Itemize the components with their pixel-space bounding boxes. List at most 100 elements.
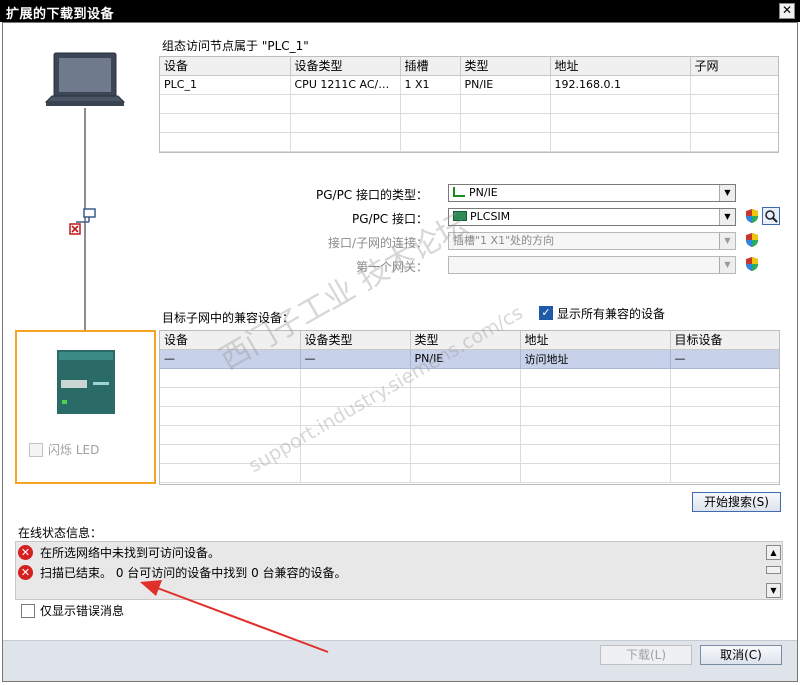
plc-device-icon [57,350,115,414]
table-row[interactable] [160,444,779,464]
subnet-connection-combo[interactable]: 插槽"1 X1"处的方向 ▼ [448,232,736,250]
table-cell [160,406,301,426]
table-cell: PN/IE [410,349,521,369]
scroll-down-button[interactable]: ▼ [766,583,781,598]
compatible-devices-table: 设备 设备类型 类型 地址 目标设备 — — PN/IE 访问地址 — [159,330,780,485]
table-cell [520,387,671,407]
pgpc-interface-label: PG/PC 接口： [351,212,428,226]
table-cell [160,425,301,445]
compatible-column-header[interactable]: 目标设备 [670,331,779,350]
table-cell [520,368,671,388]
table-cell [160,113,291,133]
error-icon: ✕ [18,565,33,580]
table-cell [410,463,521,483]
table-cell: 访问地址 [520,349,671,369]
flash-led-label: 闪烁 LED [48,443,100,457]
pgpc-type-combo[interactable]: PN/IE ▼ [448,184,736,202]
interface-properties-button[interactable] [762,207,780,225]
first-gateway-label: 第一个网关： [355,260,428,274]
config-node-column-header[interactable]: 地址 [550,57,691,76]
subnet-connection-label: 接口/子网的连接： [327,236,428,250]
table-cell: CPU 1211C AC/D... [290,75,401,95]
table-cell [300,425,411,445]
config-node-column-header[interactable]: 插槽 [400,57,461,76]
table-row[interactable] [160,406,779,426]
table-cell [300,444,411,464]
compatible-column-header[interactable]: 类型 [410,331,521,350]
table-cell [670,387,779,407]
table-cell [690,113,778,133]
chevron-down-icon[interactable]: ▼ [719,233,735,249]
shield-icon[interactable] [745,256,759,272]
chevron-down-icon[interactable]: ▼ [719,257,735,273]
chevron-down-icon[interactable]: ▼ [719,185,735,201]
config-node-column-header[interactable]: 类型 [460,57,551,76]
pn-ie-icon [453,187,465,197]
table-cell [410,425,521,445]
table-row[interactable] [160,132,778,152]
status-message: ✕ 在所选网络中未找到可访问设备。 [16,543,764,563]
table-cell: — [300,349,411,369]
table-cell: 192.168.0.1 [550,75,691,95]
compatible-column-header[interactable]: 设备类型 [300,331,411,350]
table-row[interactable] [160,94,778,114]
shield-icon[interactable] [745,232,759,248]
table-cell [690,94,778,114]
compatible-devices-caption: 目标子网中的兼容设备： [162,311,295,325]
title-bar [0,0,800,22]
table-cell [290,113,401,133]
table-cell [160,368,301,388]
errors-only-checkbox[interactable] [21,604,35,618]
table-cell [690,75,778,95]
start-search-button[interactable]: 开始搜索(S) [692,492,781,512]
error-icon: ✕ [18,545,33,560]
config-node-column-header[interactable]: 设备类型 [290,57,401,76]
table-cell [520,463,671,483]
table-cell: — [160,349,301,369]
table-row[interactable] [160,113,778,133]
table-row[interactable] [160,463,779,483]
table-cell [670,406,779,426]
annotation-arrow [140,580,329,653]
table-cell [400,132,461,152]
shield-icon[interactable] [745,208,759,224]
table-row[interactable] [160,425,779,445]
table-cell [520,406,671,426]
first-gateway-combo[interactable]: ▼ [448,256,736,274]
table-cell [300,406,411,426]
table-cell [410,406,521,426]
magnify-icon [765,210,778,223]
plcsim-icon [453,211,467,221]
compatible-column-header[interactable]: 设备 [160,331,301,350]
table-row[interactable]: — — PN/IE 访问地址 — [160,349,779,369]
table-cell: 1 X1 [400,75,461,95]
compatible-column-header[interactable]: 地址 [520,331,671,350]
pgpc-interface-combo[interactable]: PLCSIM ▼ [448,208,736,226]
flash-led-checkbox[interactable] [29,443,43,457]
table-row[interactable] [160,387,779,407]
config-node-column-header[interactable]: 设备 [160,57,291,76]
chevron-down-icon[interactable]: ▼ [719,209,735,225]
window-title: 扩展的下载到设备 [6,7,115,22]
pg-laptop-icon [44,52,126,106]
show-all-compatible-checkbox[interactable]: ✓ [539,306,553,320]
table-cell [160,132,291,152]
table-cell [460,132,551,152]
table-cell [300,463,411,483]
config-node-column-header[interactable]: 子网 [690,57,778,76]
online-status-caption: 在线状态信息： [18,526,103,540]
table-row[interactable]: PLC_1 CPU 1211C AC/D... 1 X1 PN/IE 192.168.0… [160,75,778,95]
download-button[interactable]: 下载(L) [600,645,692,665]
cancel-button[interactable]: 取消(C) [700,645,782,665]
close-button[interactable]: ✕ [779,3,795,19]
scroll-up-button[interactable]: ▲ [766,545,781,560]
table-cell [160,463,301,483]
table-cell [460,113,551,133]
table-cell [460,94,551,114]
table-cell [550,94,691,114]
config-node-table: 设备 设备类型 插槽 类型 地址 子网 PLC_1 CPU 1211C AC/D... 1 X… [159,56,779,153]
table-cell [410,368,521,388]
table-cell [290,132,401,152]
scrollbar-thumb[interactable] [766,566,781,574]
table-row[interactable] [160,368,779,388]
